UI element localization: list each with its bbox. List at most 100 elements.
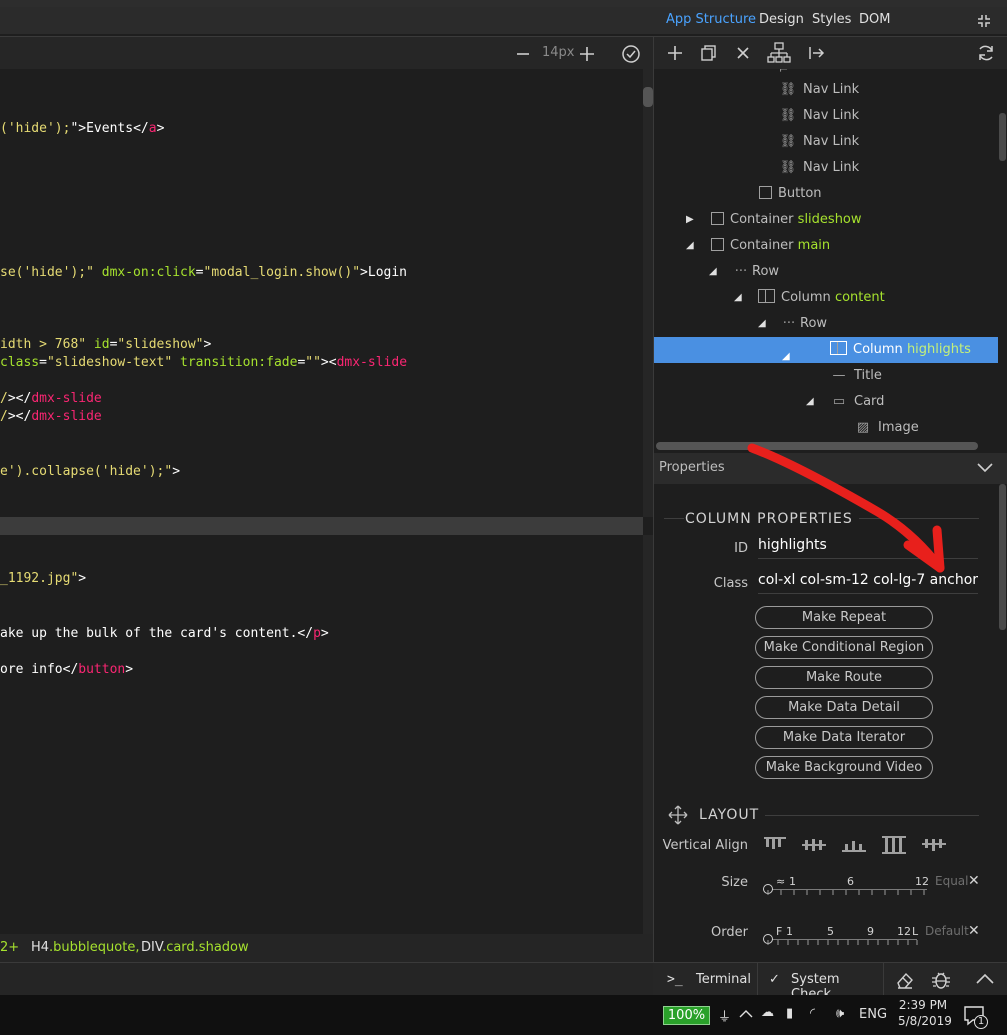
tab-app-structure[interactable]: App Structure — [666, 12, 756, 27]
chevron-up-icon[interactable] — [975, 972, 995, 986]
move-out-icon[interactable] — [807, 44, 825, 62]
tree-node-row[interactable]: ··· Row — [782, 311, 827, 337]
collapse-arrow-icon[interactable]: ◢ — [758, 318, 766, 329]
code-token: / — [0, 391, 8, 406]
editor-scrollbar-bottom[interactable] — [643, 535, 653, 934]
expand-arrow-icon[interactable]: ▶ — [686, 214, 694, 225]
collapse-arrow-icon[interactable]: ◢ — [782, 344, 790, 370]
clock[interactable]: 2:39 PM 5/8/2019 — [898, 998, 952, 1032]
minus-icon[interactable] — [514, 45, 532, 63]
terminal-button[interactable]: >_ Terminal — [653, 963, 758, 996]
collapse-arrows-icon[interactable] — [975, 12, 993, 30]
tree-node-row[interactable]: ··· Row — [734, 259, 779, 285]
link-icon: ⛓ — [779, 108, 797, 123]
collapse-arrow-icon[interactable]: ◢ — [734, 292, 742, 303]
chevron-down-icon[interactable] — [976, 461, 994, 475]
breadcrumb-item[interactable]: DIV.card.shadow — [141, 940, 249, 955]
language-indicator[interactable]: ENG — [859, 1007, 887, 1022]
check-circle-icon[interactable] — [621, 44, 641, 64]
collapse-arrow-icon[interactable]: ◢ — [686, 240, 694, 251]
breadcrumb-item[interactable]: 2+ — [0, 940, 19, 955]
properties-header[interactable]: Properties — [653, 453, 1007, 484]
align-baseline-icon[interactable] — [922, 839, 946, 851]
collapse-arrow-icon[interactable]: ◢ — [709, 266, 717, 277]
tree-node-card[interactable]: ▭ Card — [830, 389, 885, 415]
size-clear-icon[interactable]: ✕ — [968, 873, 980, 889]
code-token: / — [0, 409, 8, 424]
properties-scrollbar[interactable] — [998, 484, 1007, 962]
bug-icon[interactable] — [930, 969, 952, 991]
code-line: ('hide');">Events</a> — [0, 121, 164, 136]
id-label: ID — [734, 541, 748, 556]
breadcrumb-item[interactable]: H4.bubblequote, — [31, 940, 139, 955]
battery-icon[interactable]: ▮ — [786, 1006, 793, 1021]
code-token: "slideshow" — [117, 337, 204, 352]
font-size-value: 14px — [542, 45, 575, 60]
tree-node-button[interactable]: Button — [759, 181, 822, 207]
align-center-icon[interactable] — [802, 839, 826, 851]
link-icon: ⛓ — [779, 82, 797, 97]
column-icon — [830, 341, 847, 355]
tree-node-nav-link[interactable]: ⛓ Nav Link — [779, 155, 859, 181]
tray-expand-icon[interactable] — [739, 1009, 753, 1019]
make-repeat-button[interactable]: Make Repeat — [755, 606, 933, 629]
code-token: e').collapse('hide');" — [0, 464, 173, 479]
align-stretch-icon[interactable] — [882, 836, 906, 854]
order-clear-icon[interactable]: ✕ — [968, 923, 980, 939]
class-label: Class — [713, 576, 748, 591]
tree-node-nav-link[interactable]: ⛓ Nav Link — [779, 77, 859, 103]
system-check-button[interactable]: ✓ System Check — [759, 963, 884, 1002]
tree-node-nav-link[interactable]: ⛓ Nav Link — [779, 103, 859, 129]
tree-node-column-content[interactable]: Column content — [758, 285, 885, 311]
order-label: Order — [711, 925, 748, 940]
refresh-icon[interactable] — [976, 43, 996, 63]
code-editor-top[interactable]: ('hide');">Events</a> se('hide');" dmx-o… — [0, 69, 643, 517]
tree-node-nav-link[interactable]: ⛓ Nav Link — [779, 129, 859, 155]
tab-styles[interactable]: Styles — [812, 12, 851, 27]
code-token: transition:fade — [180, 355, 298, 370]
make-background-video-button[interactable]: Make Background Video — [755, 756, 933, 779]
tree-node-column-highlights[interactable]: ◢ Column highlights — [654, 337, 998, 363]
power-plug-icon[interactable]: ⏚ — [718, 1006, 731, 1025]
tab-dom[interactable]: DOM — [859, 12, 890, 27]
delete-icon[interactable] — [734, 44, 752, 62]
editor-scrollbar[interactable] — [643, 69, 653, 517]
status-bar: >_ Terminal ✓ System Check — [653, 962, 1007, 1002]
make-route-button[interactable]: Make Route — [755, 666, 933, 689]
wifi-icon[interactable]: ◜ — [810, 1006, 815, 1021]
dots-icon: ··· — [782, 316, 796, 331]
id-field[interactable]: highlights — [758, 537, 978, 559]
battery-percent[interactable]: 100% — [663, 1006, 710, 1025]
editor-split-handle[interactable] — [0, 517, 643, 535]
eraser-icon[interactable] — [895, 970, 915, 990]
add-icon[interactable] — [666, 44, 684, 62]
tree-horizontal-scrollbar[interactable] — [653, 441, 1007, 453]
cloud-icon[interactable]: ☁ — [761, 1005, 774, 1020]
tree-node-title[interactable]: — Title — [830, 363, 882, 389]
tab-design[interactable]: Design — [759, 12, 804, 27]
make-data-detail-button[interactable]: Make Data Detail — [755, 696, 933, 719]
vertical-align-options — [764, 836, 946, 854]
code-editor-bottom[interactable]: _1192.jpg"> ake up the bulk of the card'… — [0, 535, 643, 934]
windows-taskbar — [0, 995, 1007, 1035]
code-token: "" — [305, 355, 321, 370]
make-data-iterator-button[interactable]: Make Data Iterator — [755, 726, 933, 749]
code-token: _1192.jpg" — [0, 571, 79, 586]
plus-icon[interactable] — [578, 45, 596, 63]
align-top-icon[interactable] — [764, 837, 786, 849]
class-field[interactable]: col-xl col-sm-12 col-lg-7 anchor — [758, 572, 978, 594]
make-conditional-region-button[interactable]: Make Conditional Region — [755, 636, 933, 659]
collapse-arrow-icon[interactable]: ◢ — [806, 396, 814, 407]
volume-icon[interactable]: 🕪 — [836, 1006, 844, 1021]
tree-node-container-slideshow[interactable]: Container slideshow — [711, 207, 862, 233]
dash-icon: — — [832, 368, 846, 383]
code-line: /></dmx-slide — [0, 391, 102, 406]
tree-node-container-main[interactable]: Container main — [711, 233, 830, 259]
code-token: > — [125, 662, 134, 677]
duplicate-icon[interactable] — [700, 44, 718, 62]
align-bottom-icon[interactable] — [842, 841, 866, 852]
code-token: > — [203, 337, 212, 352]
tree-node-image[interactable]: ▨ Image — [854, 415, 919, 441]
hierarchy-icon[interactable] — [767, 42, 791, 64]
tree-scrollbar[interactable] — [998, 69, 1007, 441]
